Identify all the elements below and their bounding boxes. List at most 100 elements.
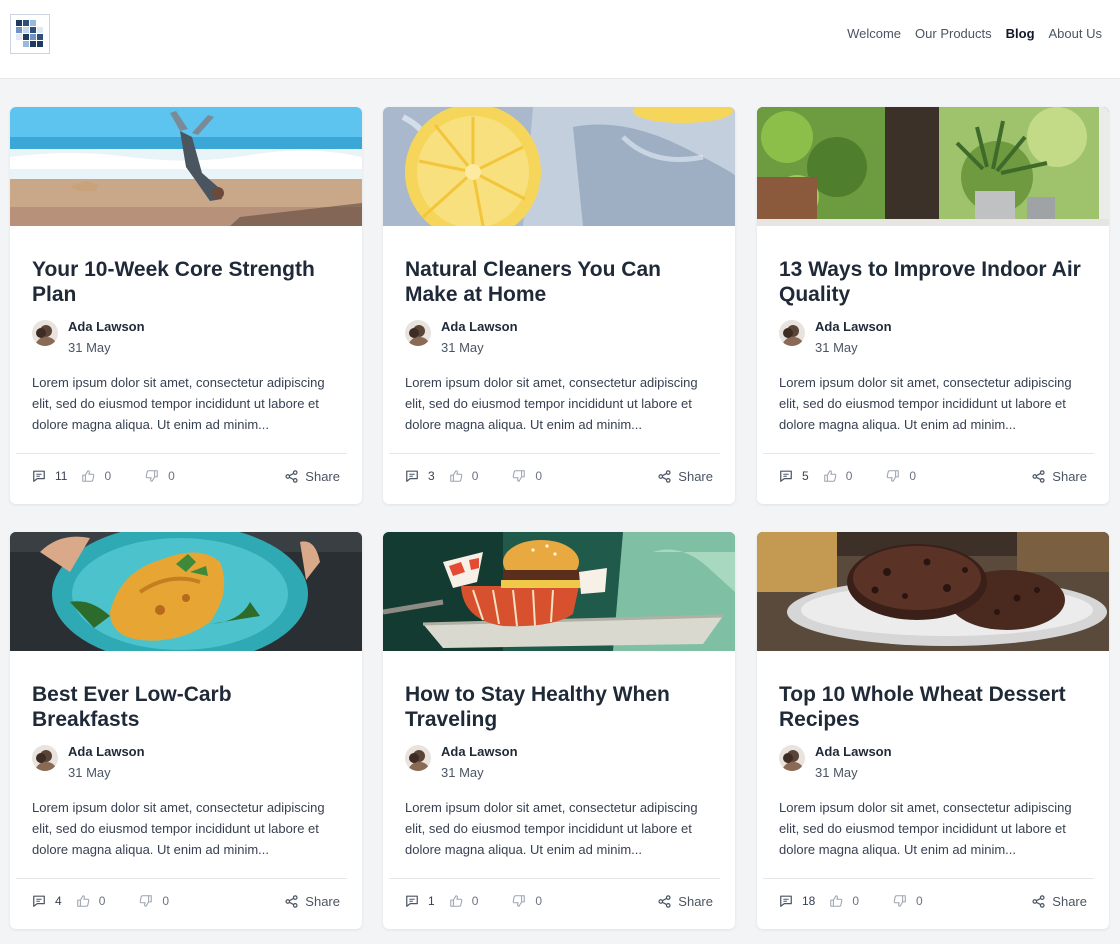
beach-handstand-photo[interactable] — [10, 107, 362, 226]
post-date: 31 May — [68, 765, 111, 780]
post-author-row: Ada Lawson 31 May — [405, 744, 713, 781]
author-name[interactable]: Ada Lawson — [815, 319, 892, 335]
share-button[interactable]: Share — [285, 894, 340, 909]
dislike-button[interactable]: 0 — [512, 894, 542, 908]
share-icon — [658, 469, 671, 483]
card-divider — [389, 453, 720, 454]
author-name[interactable]: Ada Lawson — [441, 744, 518, 760]
share-button[interactable]: Share — [1032, 894, 1087, 909]
blog-post-card[interactable]: Top 10 Whole Wheat Dessert Recipes Ada L… — [757, 532, 1109, 929]
chocolate-cookies-photo[interactable] — [757, 532, 1109, 651]
share-button[interactable]: Share — [1032, 469, 1087, 484]
post-title[interactable]: How to Stay Healthy When Traveling — [405, 682, 713, 732]
share-label: Share — [1052, 468, 1087, 484]
burger-basket-photo[interactable] — [383, 532, 735, 651]
thumbs-up-icon — [76, 895, 90, 907]
comment-icon — [780, 470, 792, 482]
grid-logo-icon[interactable] — [10, 14, 50, 54]
nav-item-blog[interactable]: Blog — [1006, 26, 1035, 41]
post-title[interactable]: 13 Ways to Improve Indoor Air Quality — [779, 257, 1087, 307]
dislike-button[interactable]: 0 — [145, 469, 175, 483]
like-button[interactable]: 0 — [76, 894, 105, 908]
likes-count: 0 — [104, 469, 112, 483]
post-author-row: Ada Lawson 31 May — [405, 319, 713, 356]
likes-count: 0 — [471, 894, 479, 908]
author-name[interactable]: Ada Lawson — [441, 319, 518, 335]
comments-count: 11 — [55, 469, 68, 483]
avatar[interactable] — [779, 320, 805, 346]
author-meta: Ada Lawson 31 May — [68, 319, 145, 356]
post-excerpt: Lorem ipsum dolor sit amet, consectetur … — [32, 800, 325, 857]
post-content: 13 Ways to Improve Indoor Air Quality Ad… — [779, 257, 1087, 435]
thumbs-down-icon — [513, 470, 526, 482]
thumbs-up-icon — [82, 470, 95, 482]
card-divider — [763, 453, 1094, 454]
blog-post-card[interactable]: 13 Ways to Improve Indoor Air Quality Ad… — [757, 107, 1109, 504]
post-actions: 3 0 0 Share — [405, 467, 713, 485]
blog-post-card[interactable]: Natural Cleaners You Can Make at Home Ad… — [383, 107, 735, 504]
post-author-row: Ada Lawson 31 May — [32, 744, 340, 781]
post-title[interactable]: Best Ever Low-Carb Breakfasts — [32, 682, 340, 732]
thumbs-down-icon — [140, 895, 153, 907]
card-divider — [16, 878, 347, 879]
author-meta: Ada Lawson 31 May — [815, 744, 892, 781]
comments-button[interactable]: 1 — [405, 894, 435, 908]
comments-count: 4 — [55, 894, 62, 908]
thumbs-up-icon — [830, 895, 843, 907]
dislikes-count: 0 — [168, 469, 175, 483]
nav-item-about-us[interactable]: About Us — [1049, 26, 1102, 41]
avatar[interactable] — [779, 745, 805, 771]
comment-icon — [406, 470, 418, 482]
main-nav: Welcome Our Products Blog About Us — [847, 26, 1102, 41]
like-button[interactable]: 0 — [449, 469, 478, 483]
share-label: Share — [305, 468, 340, 484]
dislike-button[interactable]: 0 — [139, 894, 169, 908]
nav-item-our-products[interactable]: Our Products — [915, 26, 992, 41]
post-excerpt: Lorem ipsum dolor sit amet, consectetur … — [779, 375, 1072, 432]
dislike-button[interactable]: 0 — [893, 894, 923, 908]
like-button[interactable]: 0 — [81, 469, 111, 483]
blog-post-card[interactable]: How to Stay Healthy When Traveling Ada L… — [383, 532, 735, 929]
avatar[interactable] — [405, 320, 431, 346]
share-button[interactable]: Share — [658, 469, 713, 484]
share-button[interactable]: Share — [658, 894, 713, 909]
thumbs-down-icon — [893, 895, 906, 907]
like-button[interactable]: 0 — [449, 894, 479, 908]
comment-icon — [33, 470, 45, 482]
comments-button[interactable]: 4 — [32, 894, 62, 908]
author-name[interactable]: Ada Lawson — [815, 744, 892, 760]
author-name[interactable]: Ada Lawson — [68, 319, 145, 335]
like-button[interactable]: 0 — [829, 894, 859, 908]
author-meta: Ada Lawson 31 May — [815, 319, 892, 356]
avatar[interactable] — [405, 745, 431, 771]
share-button[interactable]: Share — [285, 469, 340, 484]
card-divider — [16, 453, 347, 454]
comments-button[interactable]: 5 — [779, 469, 809, 483]
lemon-water-photo[interactable] — [383, 107, 735, 226]
dislikes-count: 0 — [535, 894, 543, 908]
avatar[interactable] — [32, 320, 58, 346]
like-button[interactable]: 0 — [823, 469, 852, 483]
post-excerpt: Lorem ipsum dolor sit amet, consectetur … — [405, 800, 698, 857]
post-title[interactable]: Natural Cleaners You Can Make at Home — [405, 257, 713, 307]
dislikes-count: 0 — [916, 894, 923, 908]
thumbs-down-icon — [513, 895, 526, 907]
author-meta: Ada Lawson 31 May — [441, 319, 518, 356]
author-name[interactable]: Ada Lawson — [68, 744, 145, 760]
nav-item-welcome[interactable]: Welcome — [847, 26, 901, 41]
comments-button[interactable]: 11 — [32, 469, 67, 483]
avatar[interactable] — [32, 745, 58, 771]
post-date: 31 May — [68, 340, 111, 355]
comments-button[interactable]: 18 — [779, 894, 815, 908]
thumbs-up-icon — [449, 895, 463, 907]
blog-post-card[interactable]: Your 10-Week Core Strength Plan Ada Laws… — [10, 107, 362, 504]
dislike-button[interactable]: 0 — [886, 469, 916, 483]
window-plants-photo[interactable] — [757, 107, 1109, 226]
post-title[interactable]: Top 10 Whole Wheat Dessert Recipes — [779, 682, 1087, 732]
comments-count: 3 — [428, 469, 435, 483]
dislike-button[interactable]: 0 — [512, 469, 542, 483]
omelette-plate-photo[interactable] — [10, 532, 362, 651]
post-title[interactable]: Your 10-Week Core Strength Plan — [32, 257, 340, 307]
blog-post-card[interactable]: Best Ever Low-Carb Breakfasts Ada Lawson… — [10, 532, 362, 929]
comments-button[interactable]: 3 — [405, 469, 435, 483]
